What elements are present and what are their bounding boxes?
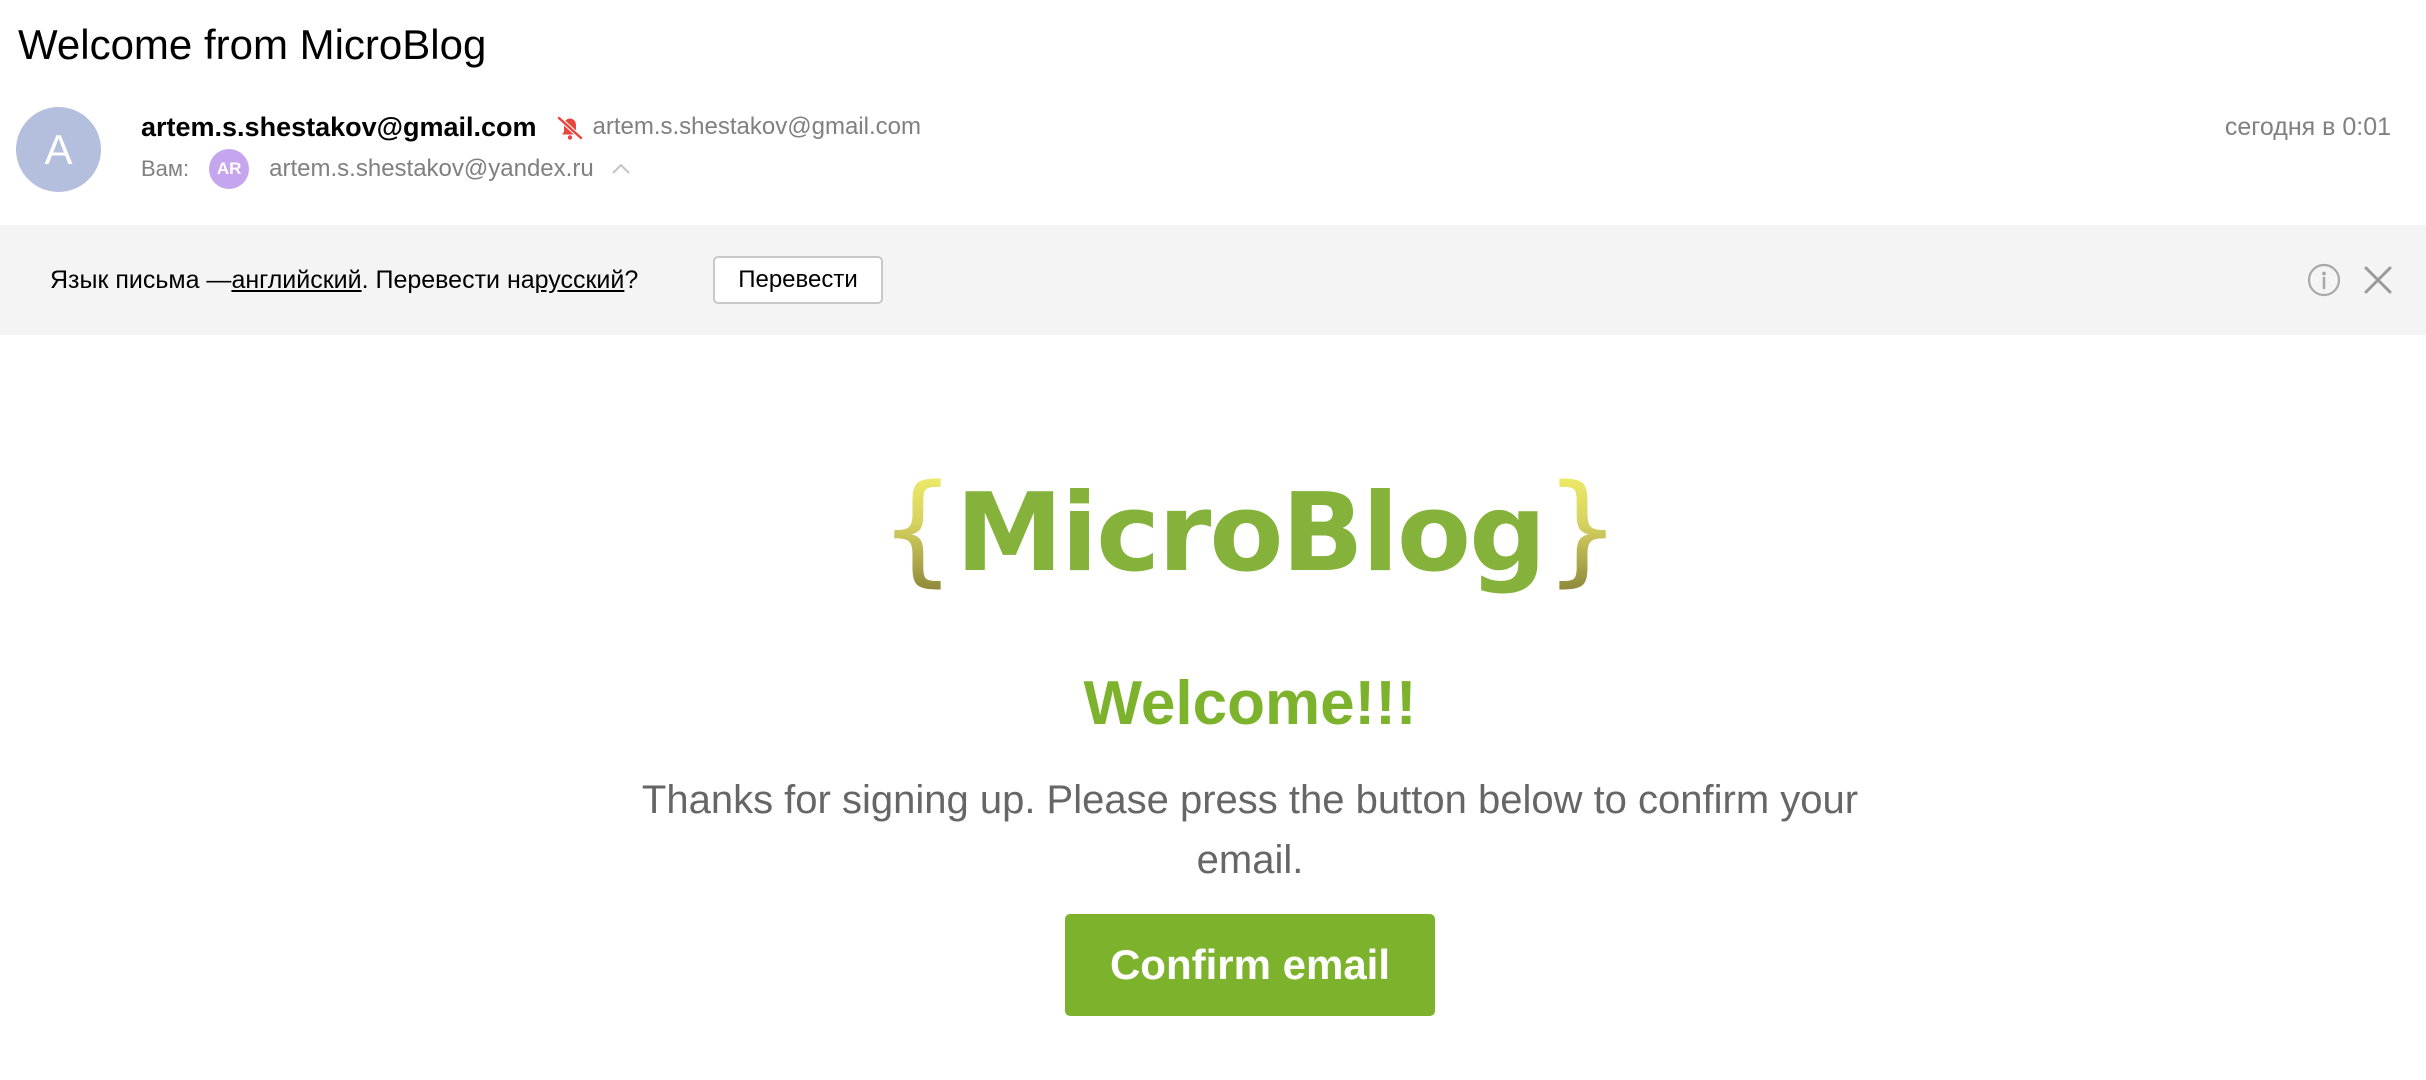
translate-suffix: ? [624, 265, 639, 294]
target-language-link[interactable]: русский [535, 266, 625, 295]
translate-button[interactable]: Перевести [713, 256, 883, 304]
email-date: сегодня в 0:01 [2224, 113, 2391, 141]
close-icon[interactable] [2362, 264, 2394, 296]
translate-prefix: Язык письма — [50, 265, 232, 294]
sender-row: artem.s.shestakov@gmail.com artem.s.shes… [141, 109, 921, 145]
recipient-row: Вам: AR artem.s.shestakov@yandex.ru [141, 149, 632, 189]
sender-email[interactable]: artem.s.shestakov@gmail.com [593, 113, 921, 141]
sender-name[interactable]: artem.s.shestakov@gmail.com [141, 112, 537, 143]
email-subject: Welcome from MicroBlog [18, 21, 487, 68]
recipient-email[interactable]: artem.s.shestakov@yandex.ru [269, 155, 594, 183]
welcome-message: Thanks for signing up. Please press the … [641, 778, 1859, 882]
welcome-headline: Welcome!!! [1083, 669, 1417, 738]
recipient-label: Вам: [141, 156, 190, 181]
chevron-up-icon[interactable] [610, 161, 632, 177]
logo-brace-close: } [1544, 460, 1621, 599]
translate-message: Язык письма — английский . Перевести на … [50, 225, 638, 335]
email-view: Welcome from MicroBlog A artem.s.shestak… [0, 0, 2426, 1080]
translate-middle: . Перевести на [361, 265, 535, 294]
translate-bar: Язык письма — английский . Перевести на … [0, 225, 2426, 335]
logo-brace-open: { [879, 460, 956, 599]
confirm-email-button[interactable]: Confirm email [1065, 914, 1435, 1016]
microblog-logo: {MicroBlog} [0, 465, 2426, 599]
info-icon[interactable] [2306, 262, 2342, 298]
sender-avatar[interactable]: A [16, 107, 101, 192]
recipient-avatar: AR [209, 149, 250, 189]
source-language-link[interactable]: английский [231, 266, 361, 295]
logo-word: MicroBlog [955, 471, 1547, 596]
noreply-warning-icon [555, 112, 585, 142]
